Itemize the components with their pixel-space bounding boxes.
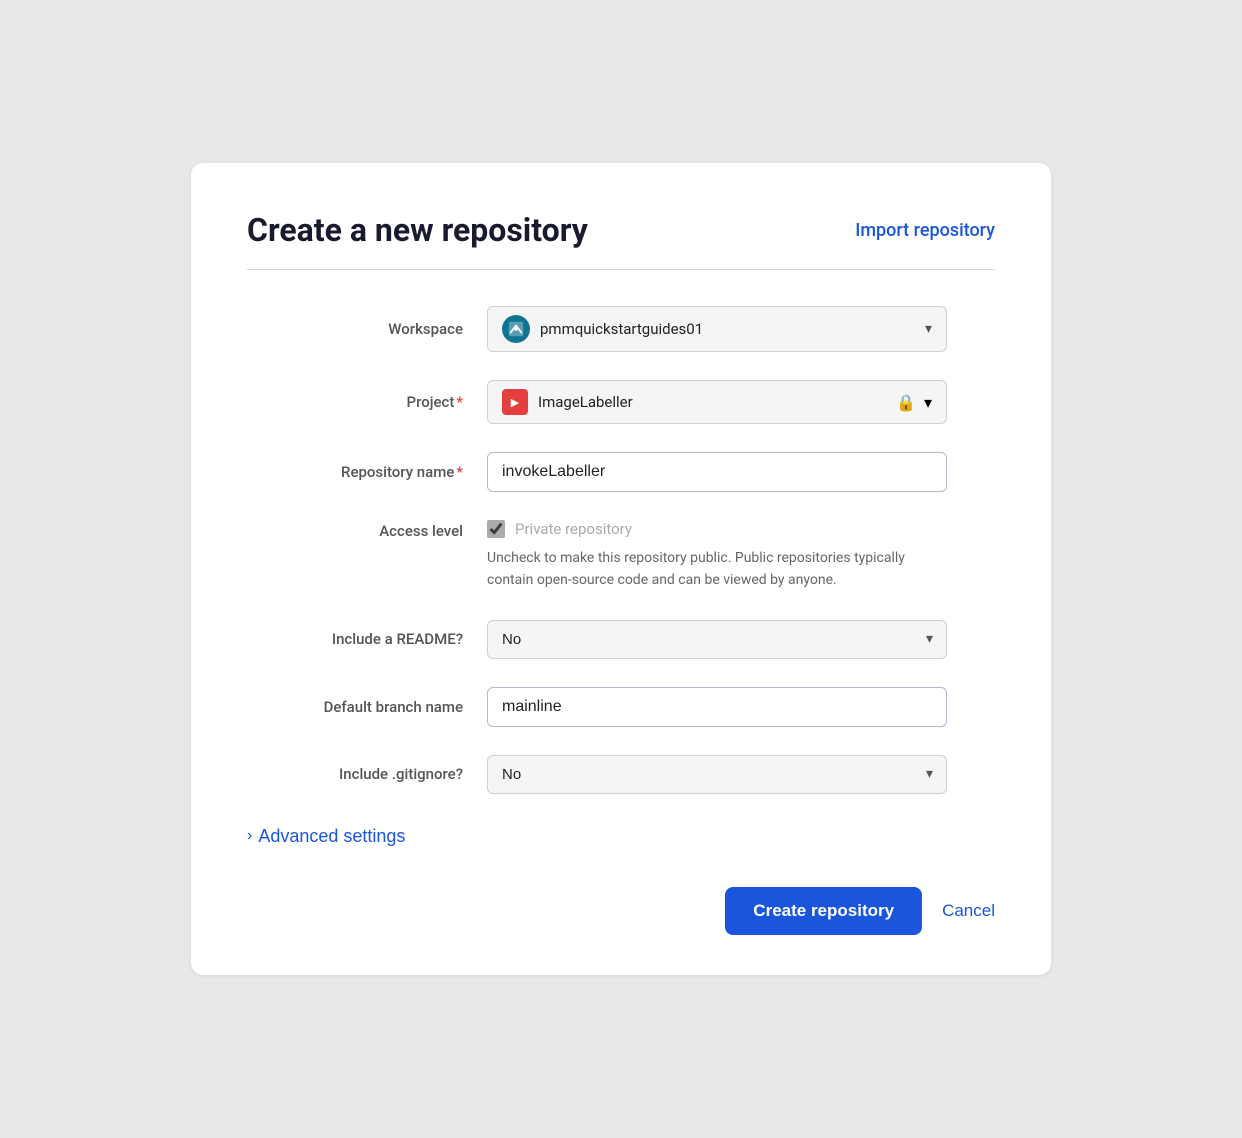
branch-name-input[interactable]	[487, 687, 947, 727]
lock-icon: 🔒	[896, 393, 916, 412]
form-body: Workspace pmmquickstartguides01 ▾	[247, 306, 995, 846]
project-row: Project* ImageLabeller 🔒 ▾	[247, 380, 995, 424]
readme-control: No Yes ▾	[487, 620, 995, 659]
readme-label: Include a README?	[247, 630, 487, 648]
workspace-icon	[502, 315, 530, 343]
gitignore-control: No Yes ▾	[487, 755, 995, 794]
workspace-label: Workspace	[247, 320, 487, 338]
footer-actions: Create repository Cancel	[247, 887, 995, 935]
readme-select[interactable]: No Yes	[487, 620, 947, 659]
advanced-settings-row: › Advanced settings	[247, 826, 995, 847]
project-name: ImageLabeller	[538, 393, 896, 411]
repo-name-label: Repository name*	[247, 463, 487, 481]
project-label: Project*	[247, 393, 487, 411]
readme-row: Include a README? No Yes ▾	[247, 620, 995, 659]
access-level-control: Private repository Uncheck to make this …	[487, 520, 995, 591]
access-level-row: Access level Private repository Uncheck …	[247, 520, 995, 591]
workspace-row: Workspace pmmquickstartguides01 ▾	[247, 306, 995, 352]
workspace-select[interactable]: pmmquickstartguides01 ▾	[487, 306, 947, 352]
repo-name-row: Repository name*	[247, 452, 995, 492]
gitignore-select-wrapper: No Yes ▾	[487, 755, 947, 794]
access-description: Uncheck to make this repository public. …	[487, 548, 927, 591]
advanced-settings-toggle[interactable]: › Advanced settings	[247, 826, 405, 847]
repo-name-control	[487, 452, 995, 492]
card-header: Create a new repository Import repositor…	[247, 211, 995, 249]
project-select[interactable]: ImageLabeller 🔒 ▾	[487, 380, 947, 424]
project-control: ImageLabeller 🔒 ▾	[487, 380, 995, 424]
branch-name-row: Default branch name	[247, 687, 995, 727]
advanced-settings-label: Advanced settings	[258, 826, 405, 847]
private-repo-wrap: Private repository	[487, 520, 995, 538]
branch-name-label: Default branch name	[247, 698, 487, 716]
access-level-label: Access level	[247, 520, 487, 540]
page-title: Create a new repository	[247, 211, 588, 249]
private-repo-checkbox[interactable]	[487, 520, 505, 538]
repo-name-input[interactable]	[487, 452, 947, 492]
project-chevron-icon: ▾	[924, 393, 932, 412]
header-divider	[247, 269, 995, 270]
workspace-chevron-icon: ▾	[925, 321, 932, 337]
cancel-button[interactable]: Cancel	[942, 901, 995, 921]
gitignore-label: Include .gitignore?	[247, 765, 487, 783]
workspace-control: pmmquickstartguides01 ▾	[487, 306, 995, 352]
project-icon	[502, 389, 528, 415]
create-repository-button[interactable]: Create repository	[725, 887, 922, 935]
gitignore-row: Include .gitignore? No Yes ▾	[247, 755, 995, 794]
gitignore-select[interactable]: No Yes	[487, 755, 947, 794]
private-repo-label: Private repository	[515, 520, 632, 538]
workspace-name: pmmquickstartguides01	[540, 320, 917, 338]
advanced-settings-chevron-icon: ›	[247, 827, 252, 845]
create-repo-card: Create a new repository Import repositor…	[191, 163, 1051, 974]
readme-select-wrapper: No Yes ▾	[487, 620, 947, 659]
import-repository-link[interactable]: Import repository	[855, 220, 995, 241]
branch-name-control	[487, 687, 995, 727]
